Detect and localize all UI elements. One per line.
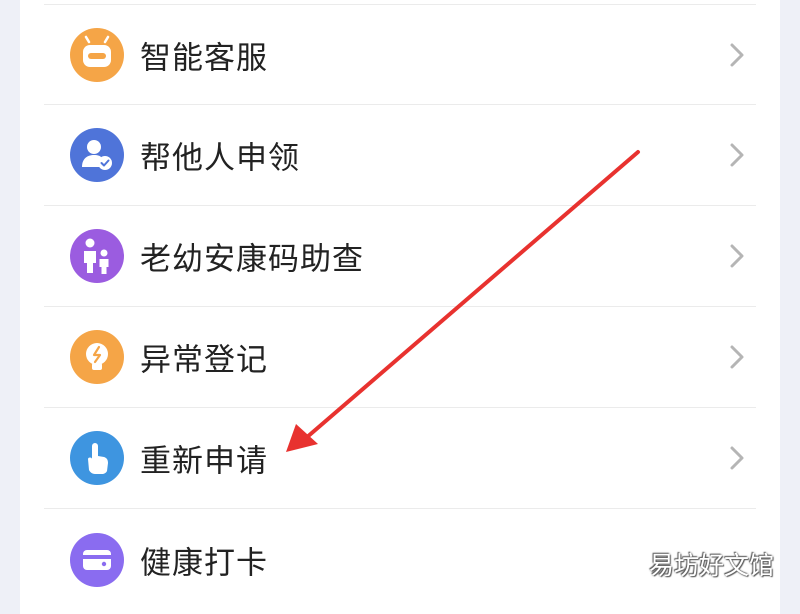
chevron-right-icon [728, 343, 746, 371]
menu-item-apply-for-others[interactable]: 帮他人申领 [44, 105, 756, 206]
menu-item-label: 智能客服 [140, 40, 268, 76]
chevron-right-icon [728, 242, 746, 270]
menu-item-label: 异常登记 [140, 342, 268, 379]
person-check-icon [70, 128, 124, 182]
menu-item-reapply[interactable]: 重新申请 [44, 408, 756, 509]
menu-item-label: 重新申请 [140, 443, 268, 480]
lightbulb-icon [70, 330, 124, 384]
family-icon [70, 229, 124, 283]
menu-item-elderly-child-code[interactable]: 老幼安康码助查 [44, 206, 756, 307]
touch-hand-icon [70, 431, 124, 485]
menu-item-abnormal-registration[interactable]: 异常登记 [44, 307, 756, 408]
menu-item-label: 健康打卡 [140, 545, 268, 581]
menu-item-label: 帮他人申领 [140, 140, 300, 177]
menu-item-smart-service[interactable]: 智能客服 [44, 4, 756, 105]
chevron-right-icon [728, 41, 746, 69]
chevron-right-icon [728, 141, 746, 169]
watermark-text: 易坊好文馆 [648, 551, 774, 580]
menu-item-label: 老幼安康码助查 [140, 241, 364, 278]
menu-card: 智能客服 帮他人申领 老幼安康码助查 异常登记 重新申请 健康打卡 [20, 0, 780, 614]
chevron-right-icon [728, 444, 746, 472]
robot-icon [70, 27, 124, 82]
card-icon [70, 532, 124, 587]
